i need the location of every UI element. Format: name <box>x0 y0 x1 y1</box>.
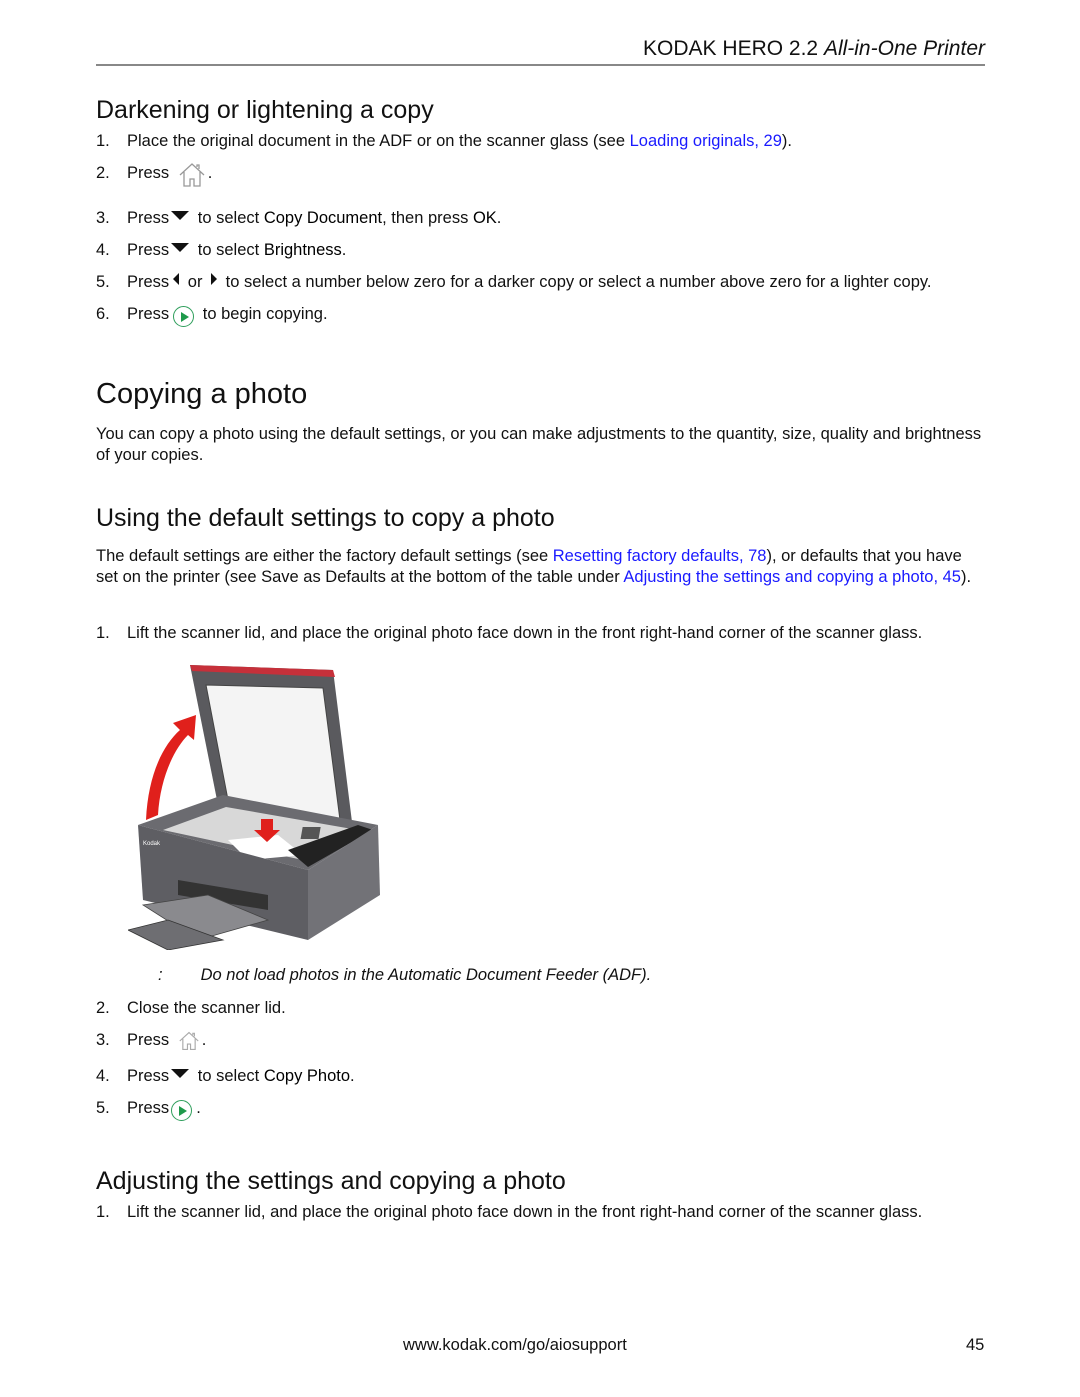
page-number: 45 <box>966 1336 985 1354</box>
step-number: 3. <box>96 1031 110 1049</box>
step-item: 1. Lift the scanner lid, and place the or… <box>96 1201 922 1223</box>
step-text: to select a number below zero for a dark… <box>221 273 932 291</box>
step-text: to select <box>193 1067 264 1085</box>
step-text: Press <box>127 1031 170 1049</box>
step-item: 3. Press . <box>96 1029 206 1051</box>
intro-paragraph: You can copy a photo using the default s… <box>96 425 982 464</box>
step-text: . <box>496 209 502 227</box>
step-number: 4. <box>96 241 110 259</box>
step-text: . <box>201 1031 207 1049</box>
step-item: 1. Lift the scanner lid, and place the or… <box>96 622 922 644</box>
section-heading-default-settings: Using the default settings to copy a pho… <box>96 504 555 532</box>
step-item: 4. Press to select Copy Photo. <box>96 1065 355 1087</box>
step-text: Press <box>127 305 170 323</box>
step-text: to select <box>193 209 264 227</box>
footer-url[interactable]: www.kodak.com/go/aiosupport <box>403 1336 627 1355</box>
step-text: . <box>207 164 213 182</box>
default-settings-paragraph: The default settings are either the fact… <box>96 546 986 588</box>
paragraph-text: ). <box>960 568 972 586</box>
step-item: 2. Close the scanner lid. <box>96 997 286 1019</box>
lift-arrow-icon <box>146 715 196 820</box>
step-text: . <box>196 1099 201 1117</box>
step-text: Place the original document in the ADF o… <box>127 132 630 150</box>
step-item: 5. Press or to select a number below zero… <box>96 271 932 293</box>
step-text: Lift the scanner lid, and place the orig… <box>127 624 923 642</box>
step-item: 3. Press to select Copy Document, then pr… <box>96 207 501 229</box>
step-number: 3. <box>96 209 110 227</box>
note-text: Do not load photos in the Automatic Docu… <box>200 966 652 984</box>
step-number: 2. <box>96 164 110 182</box>
step-item: 1. Place the original document in the ADF… <box>96 130 792 152</box>
step-number: 1. <box>96 1203 110 1221</box>
step-item: 5. Press. <box>96 1097 201 1121</box>
step-text: to select <box>193 241 264 259</box>
left-arrow-icon <box>173 273 180 285</box>
step-number: 5. <box>96 273 110 291</box>
paragraph-text: The default settings are either the fact… <box>96 547 553 565</box>
right-arrow-icon <box>211 273 218 285</box>
menu-option-label: Copy Photo <box>263 1067 351 1085</box>
step-text: Press <box>127 209 170 227</box>
down-arrow-icon <box>171 243 190 252</box>
start-icon <box>171 1100 193 1121</box>
printer-illustration: Kodak <box>128 665 380 950</box>
step-text: Close the scanner lid. <box>127 999 286 1017</box>
step-text: . <box>350 1067 355 1085</box>
home-icon <box>179 1031 199 1051</box>
ok-label: OK <box>472 209 497 227</box>
step-item: 4. Press to select Brightness. <box>96 239 346 261</box>
step-text: to begin copying. <box>198 305 328 323</box>
menu-option-label: Copy Document <box>263 209 383 227</box>
link-resetting-factory-defaults[interactable]: Resetting factory defaults, 78 <box>553 547 767 565</box>
section-heading-adjusting-settings: Adjusting the settings and copying a pho… <box>96 1167 566 1195</box>
menu-option-label: Brightness <box>263 241 342 259</box>
step-item: 2. Press . <box>96 162 212 188</box>
step-text: Press <box>127 164 170 182</box>
home-icon <box>179 163 205 187</box>
start-icon <box>173 306 195 327</box>
step-number: 4. <box>96 1067 110 1085</box>
step-text: ). <box>781 132 792 150</box>
step-number: 6. <box>96 305 110 323</box>
step-text: Press <box>127 1067 170 1085</box>
header-title-italic: All-in-One Printer <box>823 37 985 60</box>
step-text: Lift the scanner lid, and place the orig… <box>127 1203 923 1221</box>
kodak-logo: Kodak <box>143 841 161 847</box>
down-arrow-icon <box>171 211 190 220</box>
step-item: 6. Press to begin copying. <box>96 303 328 327</box>
note: : Do not load photos in the Automatic Doc… <box>158 966 651 985</box>
link-loading-originals[interactable]: Loading originals, 29 <box>630 132 782 150</box>
step-text: Press <box>127 273 170 291</box>
step-number: 1. <box>96 132 110 150</box>
header-title: KODAK HERO 2.2 <box>643 37 824 60</box>
section-heading-darkening: Darkening or lightening a copy <box>96 96 434 124</box>
page-header: KODAK HERO 2.2 All-in-One Printer <box>96 36 985 66</box>
link-adjusting-settings[interactable]: Adjusting the settings and copying a pho… <box>623 568 961 586</box>
step-text: Press <box>127 1099 170 1117</box>
step-number: 2. <box>96 999 110 1017</box>
down-arrow-icon <box>171 1069 190 1078</box>
step-number: 5. <box>96 1099 110 1117</box>
section-heading-copying-photo: Copying a photo <box>96 378 308 410</box>
step-number: 1. <box>96 624 110 642</box>
note-colon: : <box>158 966 163 984</box>
step-text: Press <box>127 241 170 259</box>
step-text: . <box>341 241 347 259</box>
step-text: or <box>183 273 208 291</box>
step-text: , then press <box>382 209 473 227</box>
